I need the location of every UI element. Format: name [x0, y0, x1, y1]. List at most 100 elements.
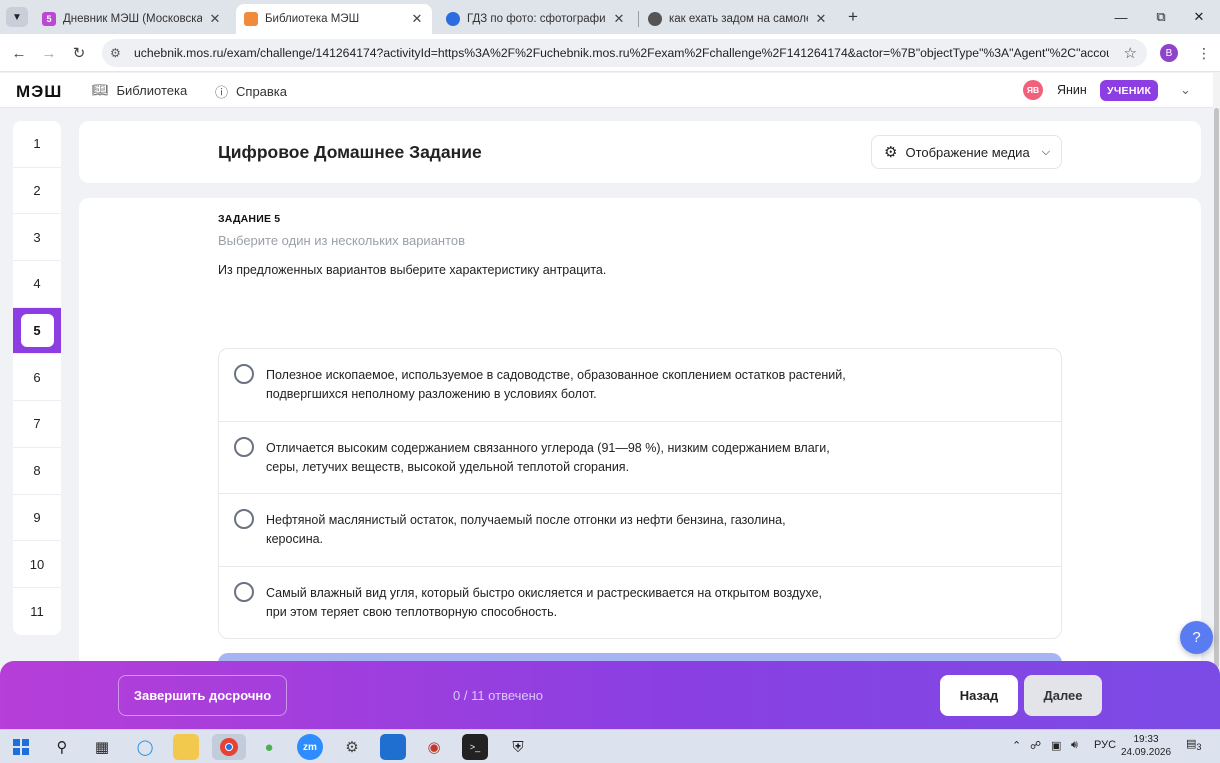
- reload-icon[interactable]: ↻: [68, 42, 90, 64]
- radio-button[interactable]: [234, 364, 254, 384]
- profile-avatar[interactable]: B: [1160, 44, 1178, 62]
- mesh-library-favicon-icon: [244, 12, 258, 26]
- tab-title: Дневник МЭШ (Московская э: [63, 13, 202, 25]
- question-nav-item[interactable]: 4: [13, 261, 61, 308]
- network-icon[interactable]: ☍: [1030, 739, 1041, 752]
- notification-count: 3: [1196, 742, 1202, 753]
- close-tab-icon[interactable]: ✕: [814, 11, 828, 27]
- close-tab-icon[interactable]: ✕: [612, 11, 626, 27]
- media-display-label: Отображение медиа: [905, 144, 1030, 160]
- url-text[interactable]: uchebnik.mos.ru/exam/challenge/141264174…: [134, 46, 1109, 60]
- question-nav-item[interactable]: 9: [13, 495, 61, 542]
- store-icon[interactable]: [380, 734, 406, 760]
- chrome-icon[interactable]: [212, 734, 246, 760]
- terminal-icon[interactable]: >_: [462, 734, 488, 760]
- display-icon[interactable]: ▣: [1051, 739, 1061, 752]
- question-text: Из предложенных вариантов выберите харак…: [218, 263, 607, 277]
- site-info-icon[interactable]: ⚙: [110, 46, 130, 60]
- book-icon: 📖︎: [92, 82, 109, 97]
- windows-taskbar: ⚲ ▦ ◯ ● zm ⚙ ◉ >_ ⛨ ⌃ ☍ ▣ 🔊︎ РУС 19:33 2…: [0, 729, 1220, 763]
- settings-gear-icon[interactable]: ⚙: [339, 734, 365, 760]
- close-tab-icon[interactable]: ✕: [410, 11, 424, 27]
- user-name[interactable]: Янин: [1057, 83, 1087, 97]
- question-nav-item[interactable]: 7: [13, 401, 61, 448]
- close-window-icon[interactable]: ✕: [1188, 6, 1210, 28]
- edge-icon[interactable]: ◯: [132, 734, 158, 760]
- radio-button[interactable]: [234, 436, 254, 457]
- answer-option[interactable]: Нефтяной маслянистый остаток, получаемый…: [219, 494, 1061, 567]
- help-button[interactable]: ?: [1180, 621, 1213, 654]
- answer-option-text[interactable]: Отличается высоким содержанием связанног…: [266, 439, 846, 477]
- globe-favicon-icon: [648, 12, 662, 26]
- task-number: ЗАДАНИЕ 5: [218, 213, 281, 225]
- chevron-down-icon: ⌵: [1041, 145, 1051, 158]
- question-nav-item[interactable]: 10: [13, 541, 61, 588]
- question-circle-icon: ⓘ: [215, 85, 229, 100]
- volume-icon[interactable]: 🔊︎: [1071, 739, 1078, 752]
- media-display-dropdown[interactable]: ⚙ Отображение медиа ⌵: [871, 135, 1062, 169]
- question-nav-item[interactable]: 2: [13, 168, 61, 215]
- task-view-icon[interactable]: ▦: [89, 734, 115, 760]
- browser-tab-diary[interactable]: 5 Дневник МЭШ (Московская э ✕: [34, 4, 230, 34]
- task-card: ЗАДАНИЕ 5 Выберите один из нескольких ва…: [79, 198, 1201, 673]
- gdz-favicon-icon: [446, 12, 460, 26]
- next-button[interactable]: Далее: [1024, 675, 1102, 716]
- search-icon[interactable]: ⚲: [49, 734, 75, 760]
- page-scrollbar[interactable]: [1213, 73, 1220, 668]
- answered-progress: 0 / 11 отвечено: [453, 688, 544, 703]
- bookmark-star-icon[interactable]: ☆: [1124, 44, 1137, 62]
- new-tab-icon[interactable]: +: [843, 7, 863, 27]
- security-shield-icon[interactable]: ⛨: [505, 734, 531, 760]
- answer-option-text[interactable]: Нефтяной маслянистый остаток, получаемый…: [266, 511, 846, 549]
- minimize-icon[interactable]: —: [1110, 6, 1132, 28]
- answer-option-text[interactable]: Полезное ископаемое, используемое в садо…: [266, 366, 846, 404]
- input-language[interactable]: РУС: [1094, 739, 1116, 751]
- zoom-icon[interactable]: zm: [297, 734, 323, 760]
- question-nav-item-active[interactable]: 5: [13, 307, 61, 355]
- scrollbar-thumb[interactable]: [1214, 108, 1219, 668]
- question-navigation: 1 2 3 4 5 6 7 8 9 10 11: [13, 121, 61, 635]
- nav-help-label: Справка: [236, 84, 288, 99]
- browser-tab-gdz[interactable]: ГДЗ по фото: сфотографируй з ✕: [438, 4, 634, 34]
- browser-tab-search[interactable]: как ехать задом на самолете в ✕: [640, 4, 836, 34]
- question-nav-item[interactable]: 3: [13, 214, 61, 262]
- tab-search-button[interactable]: ▼: [6, 7, 28, 27]
- back-button[interactable]: Назад: [940, 675, 1018, 716]
- antivirus-icon[interactable]: ◉: [421, 734, 447, 760]
- question-nav-item[interactable]: 6: [13, 354, 61, 402]
- nav-library-label: Библиотека: [116, 82, 188, 98]
- mesh-logo[interactable]: МЭШ: [16, 82, 62, 102]
- clock[interactable]: 19:33 24.09.2026: [1120, 733, 1172, 759]
- close-tab-icon[interactable]: ✕: [208, 11, 222, 27]
- forward-arrow-icon[interactable]: →: [38, 42, 60, 64]
- browser-tab-library[interactable]: Библиотека МЭШ ✕: [236, 4, 432, 34]
- maps-app-icon[interactable]: ●: [256, 734, 282, 760]
- windows-start-icon[interactable]: [8, 734, 34, 760]
- finish-early-button[interactable]: Завершить досрочно: [118, 675, 287, 716]
- radio-button[interactable]: [234, 509, 254, 529]
- question-nav-item[interactable]: 11: [13, 588, 61, 635]
- tab-title: как ехать задом на самолете в: [669, 13, 808, 25]
- address-bar[interactable]: ⚙ uchebnik.mos.ru/exam/challenge/1412641…: [102, 39, 1147, 67]
- notifications-icon[interactable]: ▤3: [1186, 737, 1202, 752]
- tab-title: Библиотека МЭШ: [265, 13, 360, 25]
- tab-title: ГДЗ по фото: сфотографируй з: [467, 13, 606, 25]
- browser-menu-icon[interactable]: ⋮: [1194, 43, 1214, 63]
- file-explorer-icon[interactable]: [173, 734, 199, 760]
- answer-option-text[interactable]: Самый влажный вид угля, который быстро о…: [266, 584, 846, 622]
- answer-option[interactable]: Отличается высоким содержанием связанног…: [219, 422, 1061, 494]
- browser-tab-strip: ▼ 5 Дневник МЭШ (Московская э ✕ Библиоте…: [0, 0, 1220, 34]
- chevron-down-icon[interactable]: ⌄: [1180, 82, 1191, 98]
- nav-library[interactable]: 📖︎ Библиотека: [92, 82, 187, 98]
- question-nav-item[interactable]: 1: [13, 121, 61, 168]
- answer-option[interactable]: Полезное ископаемое, используемое в садо…: [219, 349, 1061, 422]
- nav-help[interactable]: ⓘ Справка: [215, 82, 287, 101]
- back-arrow-icon[interactable]: ←: [8, 42, 30, 64]
- user-avatar[interactable]: ЯВ: [1023, 80, 1043, 100]
- radio-button[interactable]: [234, 581, 254, 602]
- restore-icon[interactable]: ⧉: [1150, 6, 1172, 28]
- question-nav-item[interactable]: 8: [13, 448, 61, 495]
- chevron-up-icon[interactable]: ⌃: [1012, 739, 1021, 752]
- answer-option[interactable]: Самый влажный вид угля, который быстро о…: [219, 567, 1061, 640]
- task-type: Выберите один из нескольких вариантов: [218, 233, 466, 248]
